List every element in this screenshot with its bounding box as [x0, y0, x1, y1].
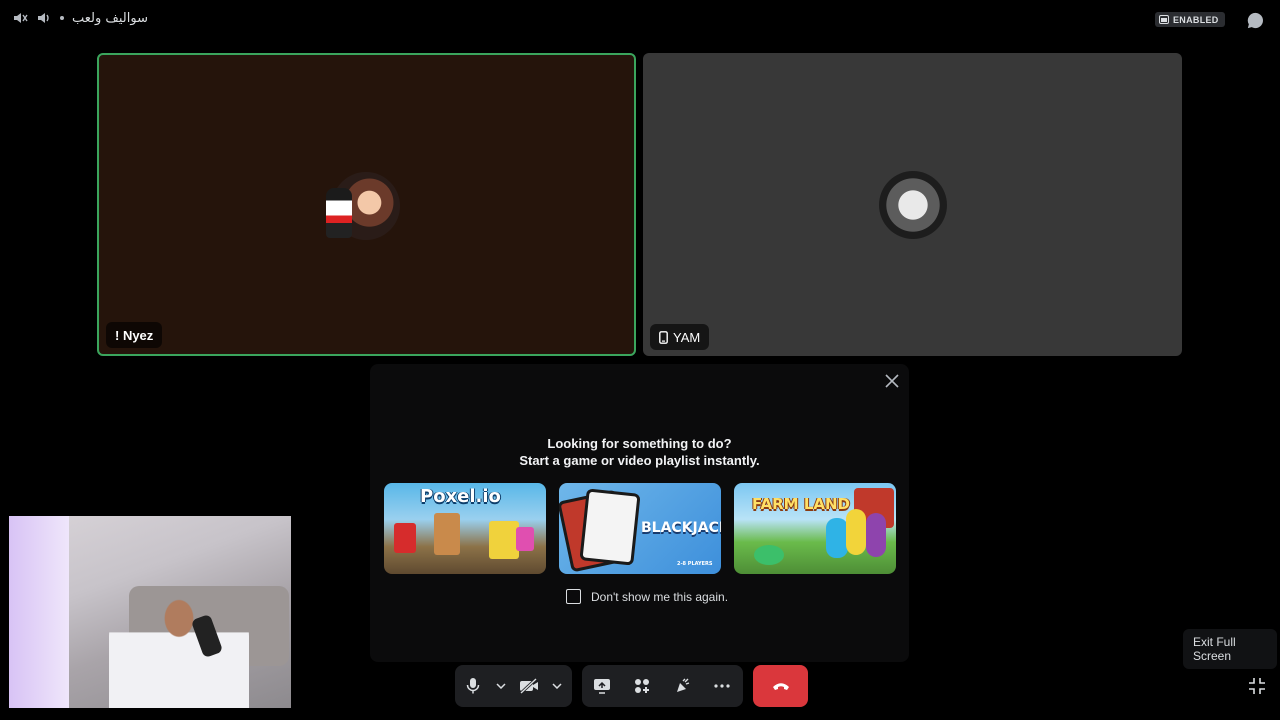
game-card-farm-land[interactable]: FARM LAND — [734, 483, 896, 574]
chevron-down-icon[interactable] — [491, 665, 511, 707]
badge-label: ENABLED — [1173, 14, 1219, 25]
dont-show-again-checkbox[interactable] — [566, 589, 581, 604]
end-call-button[interactable] — [753, 665, 808, 707]
audio-video-controls — [455, 665, 572, 707]
activity-enabled-badge: ENABLED — [1155, 12, 1225, 27]
participant-tile-nyez[interactable]: ! Nyez — [97, 53, 636, 356]
exit-fullscreen-tooltip: Exit Full Screen — [1183, 629, 1277, 669]
speaker-icon[interactable] — [12, 10, 28, 26]
soundboard-icon[interactable] — [662, 665, 702, 707]
phone-icon — [659, 330, 668, 344]
participant-name: ! Nyez — [115, 327, 154, 343]
panel-heading: Looking for something to do? Start a gam… — [370, 435, 909, 469]
participant-nametag: ! Nyez — [106, 322, 163, 348]
separator-dot — [60, 16, 64, 20]
exit-fullscreen-icon[interactable] — [1247, 676, 1267, 696]
participant-name: YAM — [673, 329, 701, 345]
activity-badge-icon — [1159, 15, 1169, 24]
screen-share-icon[interactable] — [582, 665, 622, 707]
volume-icon[interactable] — [36, 10, 52, 26]
game-card-poxel[interactable]: Poxel.io — [384, 483, 546, 574]
checkbox-label: Don't show me this again. — [591, 589, 729, 604]
activities-icon[interactable] — [622, 665, 662, 707]
game-title: Poxel.io — [420, 486, 501, 507]
game-subtitle: 2-8 PLAYERS — [677, 561, 713, 567]
self-video-preview[interactable] — [9, 516, 291, 708]
avatar — [326, 172, 400, 240]
chat-icon[interactable] — [1246, 11, 1265, 30]
avatar — [879, 171, 947, 239]
channel-title: سواليف ولعب — [72, 10, 148, 26]
game-list: Poxel.io BLACKJACK 2-8 PLAYERS FARM LAND — [384, 483, 896, 574]
close-icon[interactable] — [883, 372, 901, 390]
dont-show-again-option[interactable]: Don't show me this again. — [566, 589, 728, 604]
chevron-down-icon[interactable] — [547, 665, 567, 707]
camera-off-icon[interactable] — [511, 665, 547, 707]
end-call-icon — [772, 681, 790, 691]
mic-icon[interactable] — [455, 665, 491, 707]
game-title: BLACKJACK — [641, 520, 721, 536]
call-actions — [582, 665, 743, 707]
panel-line-2: Start a game or video playlist instantly… — [519, 453, 760, 468]
game-card-blackjack[interactable]: BLACKJACK 2-8 PLAYERS — [559, 483, 721, 574]
more-icon[interactable] — [702, 665, 742, 707]
channel-header: سواليف ولعب — [12, 10, 148, 26]
panel-line-1: Looking for something to do? — [547, 436, 732, 451]
game-title: FARM LAND — [752, 495, 851, 513]
activity-suggestion-panel: Looking for something to do? Start a gam… — [370, 364, 909, 662]
participant-tile-yam[interactable]: YAM — [643, 53, 1182, 356]
top-bar: سواليف ولعب ENABLED — [0, 0, 1280, 40]
participant-nametag: YAM — [650, 324, 710, 350]
